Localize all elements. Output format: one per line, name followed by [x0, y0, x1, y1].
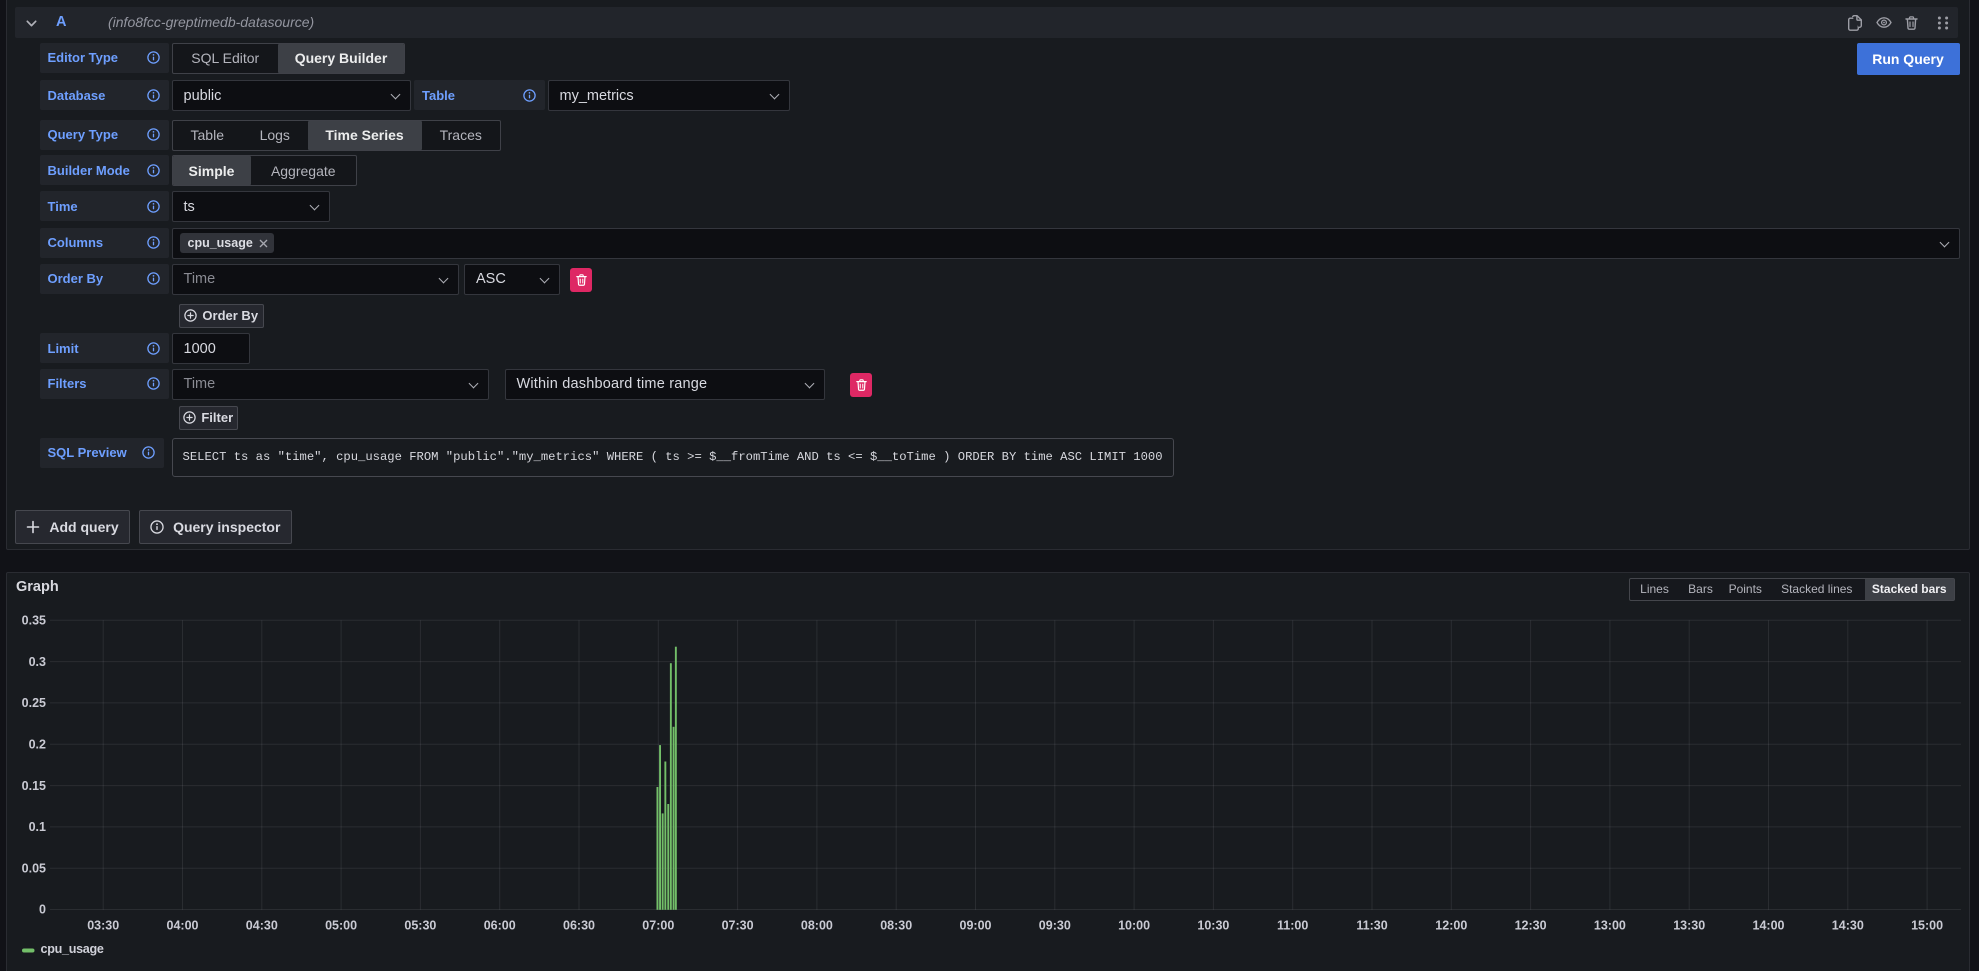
svg-text:cpu_usage: cpu_usage — [41, 942, 104, 956]
svg-text:05:00: 05:00 — [325, 919, 357, 933]
svg-text:11:00: 11:00 — [1277, 919, 1308, 933]
svg-text:0.25: 0.25 — [22, 696, 46, 710]
svg-text:0.1: 0.1 — [29, 820, 46, 834]
svg-text:0.35: 0.35 — [22, 614, 46, 628]
svg-text:0.2: 0.2 — [29, 737, 46, 751]
svg-text:11:30: 11:30 — [1356, 919, 1387, 933]
svg-text:04:00: 04:00 — [167, 919, 199, 933]
svg-text:07:30: 07:30 — [722, 919, 754, 933]
svg-text:14:00: 14:00 — [1753, 919, 1785, 933]
svg-text:12:30: 12:30 — [1515, 919, 1547, 933]
svg-text:09:30: 09:30 — [1039, 919, 1071, 933]
svg-text:0: 0 — [39, 903, 46, 917]
svg-text:06:00: 06:00 — [484, 919, 516, 933]
svg-text:06:30: 06:30 — [563, 919, 595, 933]
svg-text:09:00: 09:00 — [960, 919, 992, 933]
svg-text:15:00: 15:00 — [1911, 919, 1943, 933]
svg-text:10:30: 10:30 — [1197, 919, 1229, 933]
svg-text:03:30: 03:30 — [87, 919, 119, 933]
svg-text:04:30: 04:30 — [246, 919, 278, 933]
svg-text:14:30: 14:30 — [1832, 919, 1864, 933]
svg-text:12:00: 12:00 — [1435, 919, 1467, 933]
svg-text:10:00: 10:00 — [1118, 919, 1150, 933]
svg-text:07:00: 07:00 — [642, 919, 674, 933]
svg-text:08:00: 08:00 — [801, 919, 833, 933]
svg-text:08:30: 08:30 — [880, 919, 912, 933]
svg-text:0.3: 0.3 — [29, 655, 46, 669]
svg-text:13:30: 13:30 — [1673, 919, 1705, 933]
svg-text:13:00: 13:00 — [1594, 919, 1626, 933]
svg-text:0.15: 0.15 — [22, 779, 46, 793]
svg-text:0.05: 0.05 — [22, 861, 46, 875]
svg-text:05:30: 05:30 — [404, 919, 436, 933]
